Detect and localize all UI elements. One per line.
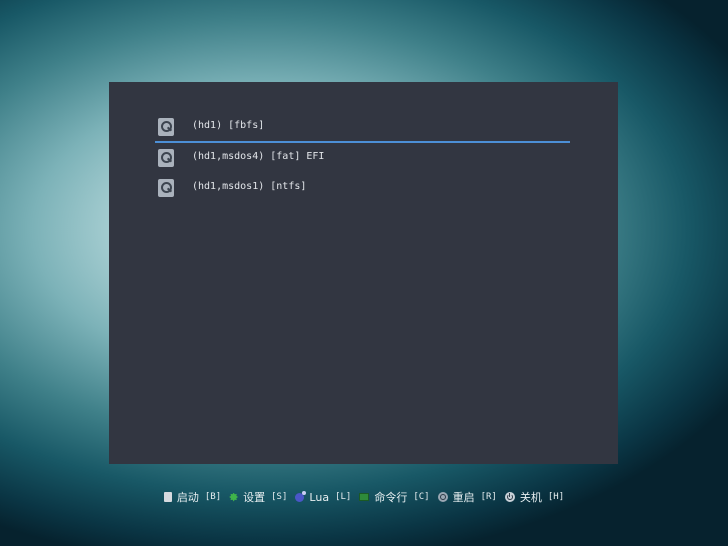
reboot-hotkey: [R]	[480, 492, 497, 502]
disk-icon	[158, 149, 174, 167]
disk-icon	[158, 118, 174, 136]
settings-gear-icon	[229, 492, 239, 502]
shutdown-button[interactable]: 关机 [H]	[504, 489, 565, 505]
lua-hotkey: [L]	[335, 492, 352, 502]
lua-label: Lua	[309, 490, 330, 504]
settings-hotkey: [S]	[271, 492, 288, 502]
command-line-button[interactable]: 命令行 [C]	[359, 489, 430, 505]
shutdown-label: 关机	[519, 491, 542, 504]
hotkey-bar: 启动 [B] 设置 [S] Lua [L] 命令行 [C] 重启 [R] 关机 …	[0, 489, 728, 505]
reboot-icon	[437, 492, 448, 502]
boot-button[interactable]: 启动 [B]	[163, 489, 222, 505]
menu-item-label: (hd1,msdos4) [fat] EFI	[192, 151, 325, 162]
shutdown-hotkey: [H]	[547, 492, 565, 502]
boot-label: 启动	[176, 491, 199, 504]
reboot-button[interactable]: 重启 [R]	[437, 489, 497, 505]
menu-item-label: (hd1,msdos1) [ntfs]	[192, 181, 307, 192]
boot-icon	[163, 492, 172, 502]
command-line-label: 命令行	[374, 491, 408, 504]
command-line-hotkey: [C]	[413, 492, 430, 502]
boot-hotkey: [B]	[204, 492, 222, 502]
settings-label: 设置	[243, 491, 266, 504]
boot-menu-panel: (hd1) [fbfs] (hd1,msdos4) [fat] EFI (hd1…	[109, 82, 618, 464]
menu-item-hd1-msdos4-efi[interactable]: (hd1,msdos4) [fat] EFI	[155, 147, 570, 171]
menu-item-label: (hd1) [fbfs]	[192, 120, 265, 131]
lua-icon	[295, 490, 307, 502]
menu-item-hd1-fbfs[interactable]: (hd1) [fbfs]	[155, 116, 570, 143]
menu-item-hd1-msdos1-ntfs[interactable]: (hd1,msdos1) [ntfs]	[155, 177, 570, 201]
power-icon	[504, 492, 515, 502]
reboot-label: 重启	[452, 491, 475, 504]
disk-icon	[158, 179, 174, 197]
settings-button[interactable]: 设置 [S]	[229, 489, 287, 505]
terminal-icon	[359, 493, 370, 501]
lua-button[interactable]: Lua [L]	[295, 490, 352, 504]
